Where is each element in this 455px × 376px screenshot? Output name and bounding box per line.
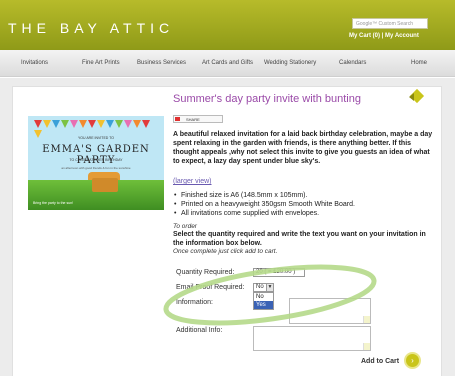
highlight-annotation [163,264,377,326]
highlight-ellipse [163,264,377,326]
